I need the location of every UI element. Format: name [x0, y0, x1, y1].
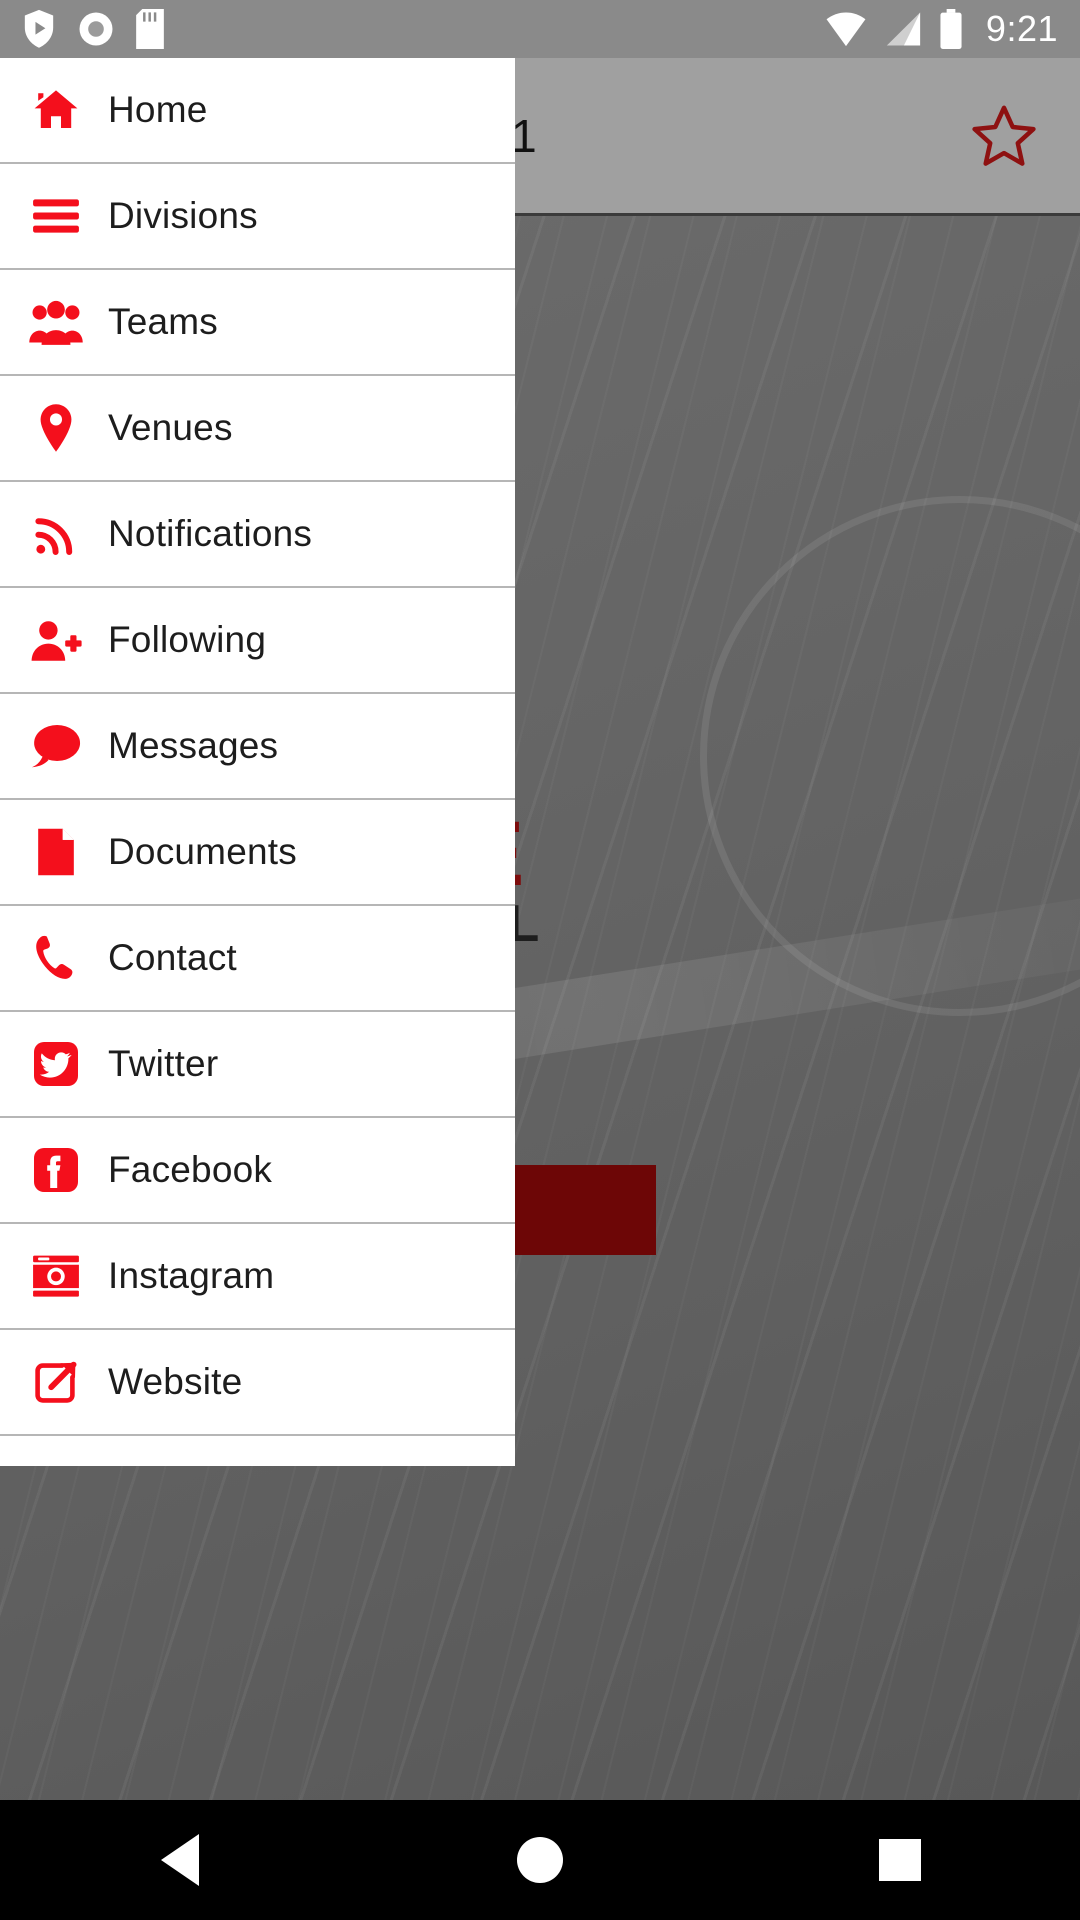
- play-protect-icon: [24, 9, 54, 48]
- drawer-item-messages[interactable]: Messages: [0, 694, 515, 800]
- phone-icon: [20, 932, 92, 984]
- status-bar: 9:21: [0, 0, 1080, 58]
- wifi-icon: [826, 12, 866, 47]
- status-bar-left-icons: [22, 9, 164, 49]
- nav-recents-button[interactable]: [720, 1839, 1080, 1881]
- external-link-icon: [20, 1462, 92, 1466]
- list-lines-icon: [20, 190, 92, 242]
- drawer-item-ballertv-streaming[interactable]: BallerTV Streaming: [0, 1436, 515, 1466]
- cellular-signal-icon: [886, 12, 921, 46]
- facebook-icon: [20, 1144, 92, 1196]
- drawer-item-label: Messages: [108, 725, 279, 766]
- drawer-item-documents[interactable]: Documents: [0, 800, 515, 906]
- sd-card-icon: [136, 9, 164, 49]
- navigation-drawer[interactable]: Home Divisions Teams Venues Notifications Fol…: [0, 58, 515, 1466]
- screen-record-icon: [79, 12, 113, 46]
- court-arc-line: [700, 496, 1080, 1016]
- drawer-item-label: Twitter: [108, 1043, 219, 1084]
- user-plus-icon: [20, 614, 92, 666]
- rss-feed-icon: [20, 508, 92, 560]
- drawer-item-teams[interactable]: Teams: [0, 270, 515, 376]
- map-pin-icon: [20, 402, 92, 454]
- drawer-item-label: Venues: [108, 407, 233, 448]
- drawer-item-label: Website: [108, 1361, 243, 1402]
- favorite-star-outline-icon[interactable]: [968, 100, 1040, 172]
- drawer-item-home[interactable]: Home: [0, 58, 515, 164]
- drawer-item-divisions[interactable]: Divisions: [0, 164, 515, 270]
- drawer-item-list: Home Divisions Teams Venues Notifications Fol…: [0, 58, 515, 1466]
- drawer-item-twitter[interactable]: Twitter: [0, 1012, 515, 1118]
- recents-square-icon: [879, 1839, 921, 1881]
- external-link-icon: [20, 1356, 92, 1408]
- back-triangle-icon: [161, 1834, 199, 1886]
- drawer-item-following[interactable]: Following: [0, 588, 515, 694]
- document-file-icon: [20, 826, 92, 878]
- drawer-item-label: Documents: [108, 831, 297, 872]
- drawer-item-label: Teams: [108, 301, 218, 342]
- drawer-item-label: Notifications: [108, 513, 313, 554]
- drawer-item-label: Contact: [108, 937, 237, 978]
- drawer-item-website[interactable]: Website: [0, 1330, 515, 1436]
- status-bar-right-icons: 9:21: [824, 8, 1058, 50]
- drawer-item-facebook[interactable]: Facebook: [0, 1118, 515, 1224]
- drawer-item-label: Following: [108, 619, 267, 660]
- nav-back-button[interactable]: [0, 1834, 360, 1886]
- drawer-item-notifications[interactable]: Notifications: [0, 482, 515, 588]
- drawer-item-label: Facebook: [108, 1149, 273, 1190]
- status-bar-clock: 9:21: [985, 8, 1058, 49]
- phone-screen: VE BALL 021: [0, 0, 1080, 1920]
- users-group-icon: [20, 296, 92, 348]
- twitter-icon: [20, 1038, 92, 1090]
- battery-icon: [940, 9, 962, 49]
- drawer-item-label: Home: [108, 89, 208, 130]
- drawer-item-contact[interactable]: Contact: [0, 906, 515, 1012]
- nav-home-button[interactable]: [360, 1837, 720, 1883]
- system-navigation-bar: [0, 1800, 1080, 1920]
- drawer-item-label: Divisions: [108, 195, 258, 236]
- home-circle-icon: [517, 1837, 563, 1883]
- drawer-item-instagram[interactable]: Instagram: [0, 1224, 515, 1330]
- drawer-item-label: Instagram: [108, 1255, 275, 1296]
- home-icon: [20, 84, 92, 136]
- drawer-item-venues[interactable]: Venues: [0, 376, 515, 482]
- instagram-camera-icon: [20, 1250, 92, 1302]
- chat-bubble-icon: [20, 720, 92, 772]
